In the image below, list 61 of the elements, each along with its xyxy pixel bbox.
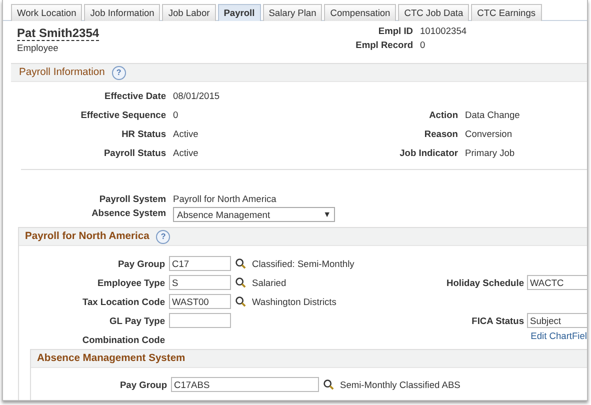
tab[interactable]: Compensation (324, 4, 396, 21)
field-label: Holiday Schedule (446, 278, 524, 288)
text-field[interactable]: C17 (169, 256, 231, 271)
field-label: Effective Sequence (80, 110, 166, 120)
field-value: 101002354 (420, 26, 467, 36)
text-field[interactable]: Subject (527, 313, 587, 328)
field-label: Empl ID (377, 26, 413, 36)
field-label: Absence System (90, 208, 166, 218)
search-icon[interactable] (235, 277, 246, 288)
field-label: Tax Location Code (82, 296, 165, 306)
tab[interactable]: CTC Earnings (471, 4, 542, 21)
field-value: 0 (173, 110, 180, 120)
help-icon[interactable]: ? (112, 66, 126, 80)
search-icon[interactable] (235, 296, 246, 307)
search-icon[interactable] (323, 379, 334, 390)
field-label: Job Indicator (398, 148, 458, 158)
field-description: Semi-Monthly Classified ABS (340, 380, 460, 390)
tab[interactable]: Payroll (218, 4, 261, 21)
field-label: Pay Group (116, 258, 165, 268)
text-field[interactable]: C17ABS (171, 377, 319, 392)
field-value: Primary Job (465, 148, 515, 158)
field-label: Effective Date (104, 91, 166, 101)
section-title: Payroll Information (19, 67, 105, 78)
help-icon[interactable]: ? (156, 230, 170, 244)
field-value: Active (173, 129, 200, 139)
field-value: Active (173, 148, 200, 158)
field-description: Classified: Semi-Monthly (252, 258, 354, 268)
text-field[interactable]: WAST00 (169, 294, 231, 309)
field-label: GL Pay Type (108, 316, 165, 326)
employee-name[interactable]: Pat Smith2354 (17, 26, 100, 41)
tab[interactable]: Job Labor (162, 4, 216, 21)
search-icon[interactable] (235, 258, 246, 269)
field-description: Washington Districts (252, 296, 336, 306)
field-label: Action (428, 110, 458, 120)
field-label: Payroll System (98, 194, 166, 204)
field-value: Conversion (465, 129, 512, 139)
tab[interactable]: Salary Plan (262, 4, 322, 21)
field-label: Payroll Status (102, 148, 166, 158)
absence-system-dropdown[interactable]: Absence Management ▼ (173, 207, 335, 222)
field-value: Payroll for North America (173, 194, 276, 204)
field-value: 0 (420, 40, 426, 50)
text-field[interactable]: S (169, 275, 231, 290)
employee-role: Employee (17, 43, 60, 53)
field-value: 08/01/2015 (173, 91, 221, 101)
text-field[interactable] (169, 313, 231, 328)
field-label: HR Status (120, 129, 166, 139)
section-title: Absence Management System (37, 353, 186, 364)
field-label: Pay Group (118, 380, 167, 390)
edit-chartfield-link[interactable]: Edit ChartFiel (530, 330, 587, 340)
field-label: Combination Code (81, 334, 165, 344)
field-value: Data Change (465, 110, 520, 120)
field-description: Salaried (252, 278, 286, 288)
text-field[interactable]: WACTC (527, 275, 587, 290)
tab[interactable]: Job Information (84, 4, 160, 21)
tab[interactable]: Work Location (11, 4, 82, 21)
tab[interactable]: CTC Job Data (398, 4, 470, 21)
field-label: FICA Status (472, 316, 524, 326)
field-label: Reason (423, 129, 458, 139)
field-label: Employee Type (96, 278, 165, 288)
section-title: Payroll for North America (25, 231, 150, 242)
field-label: Empl Record (354, 40, 413, 50)
